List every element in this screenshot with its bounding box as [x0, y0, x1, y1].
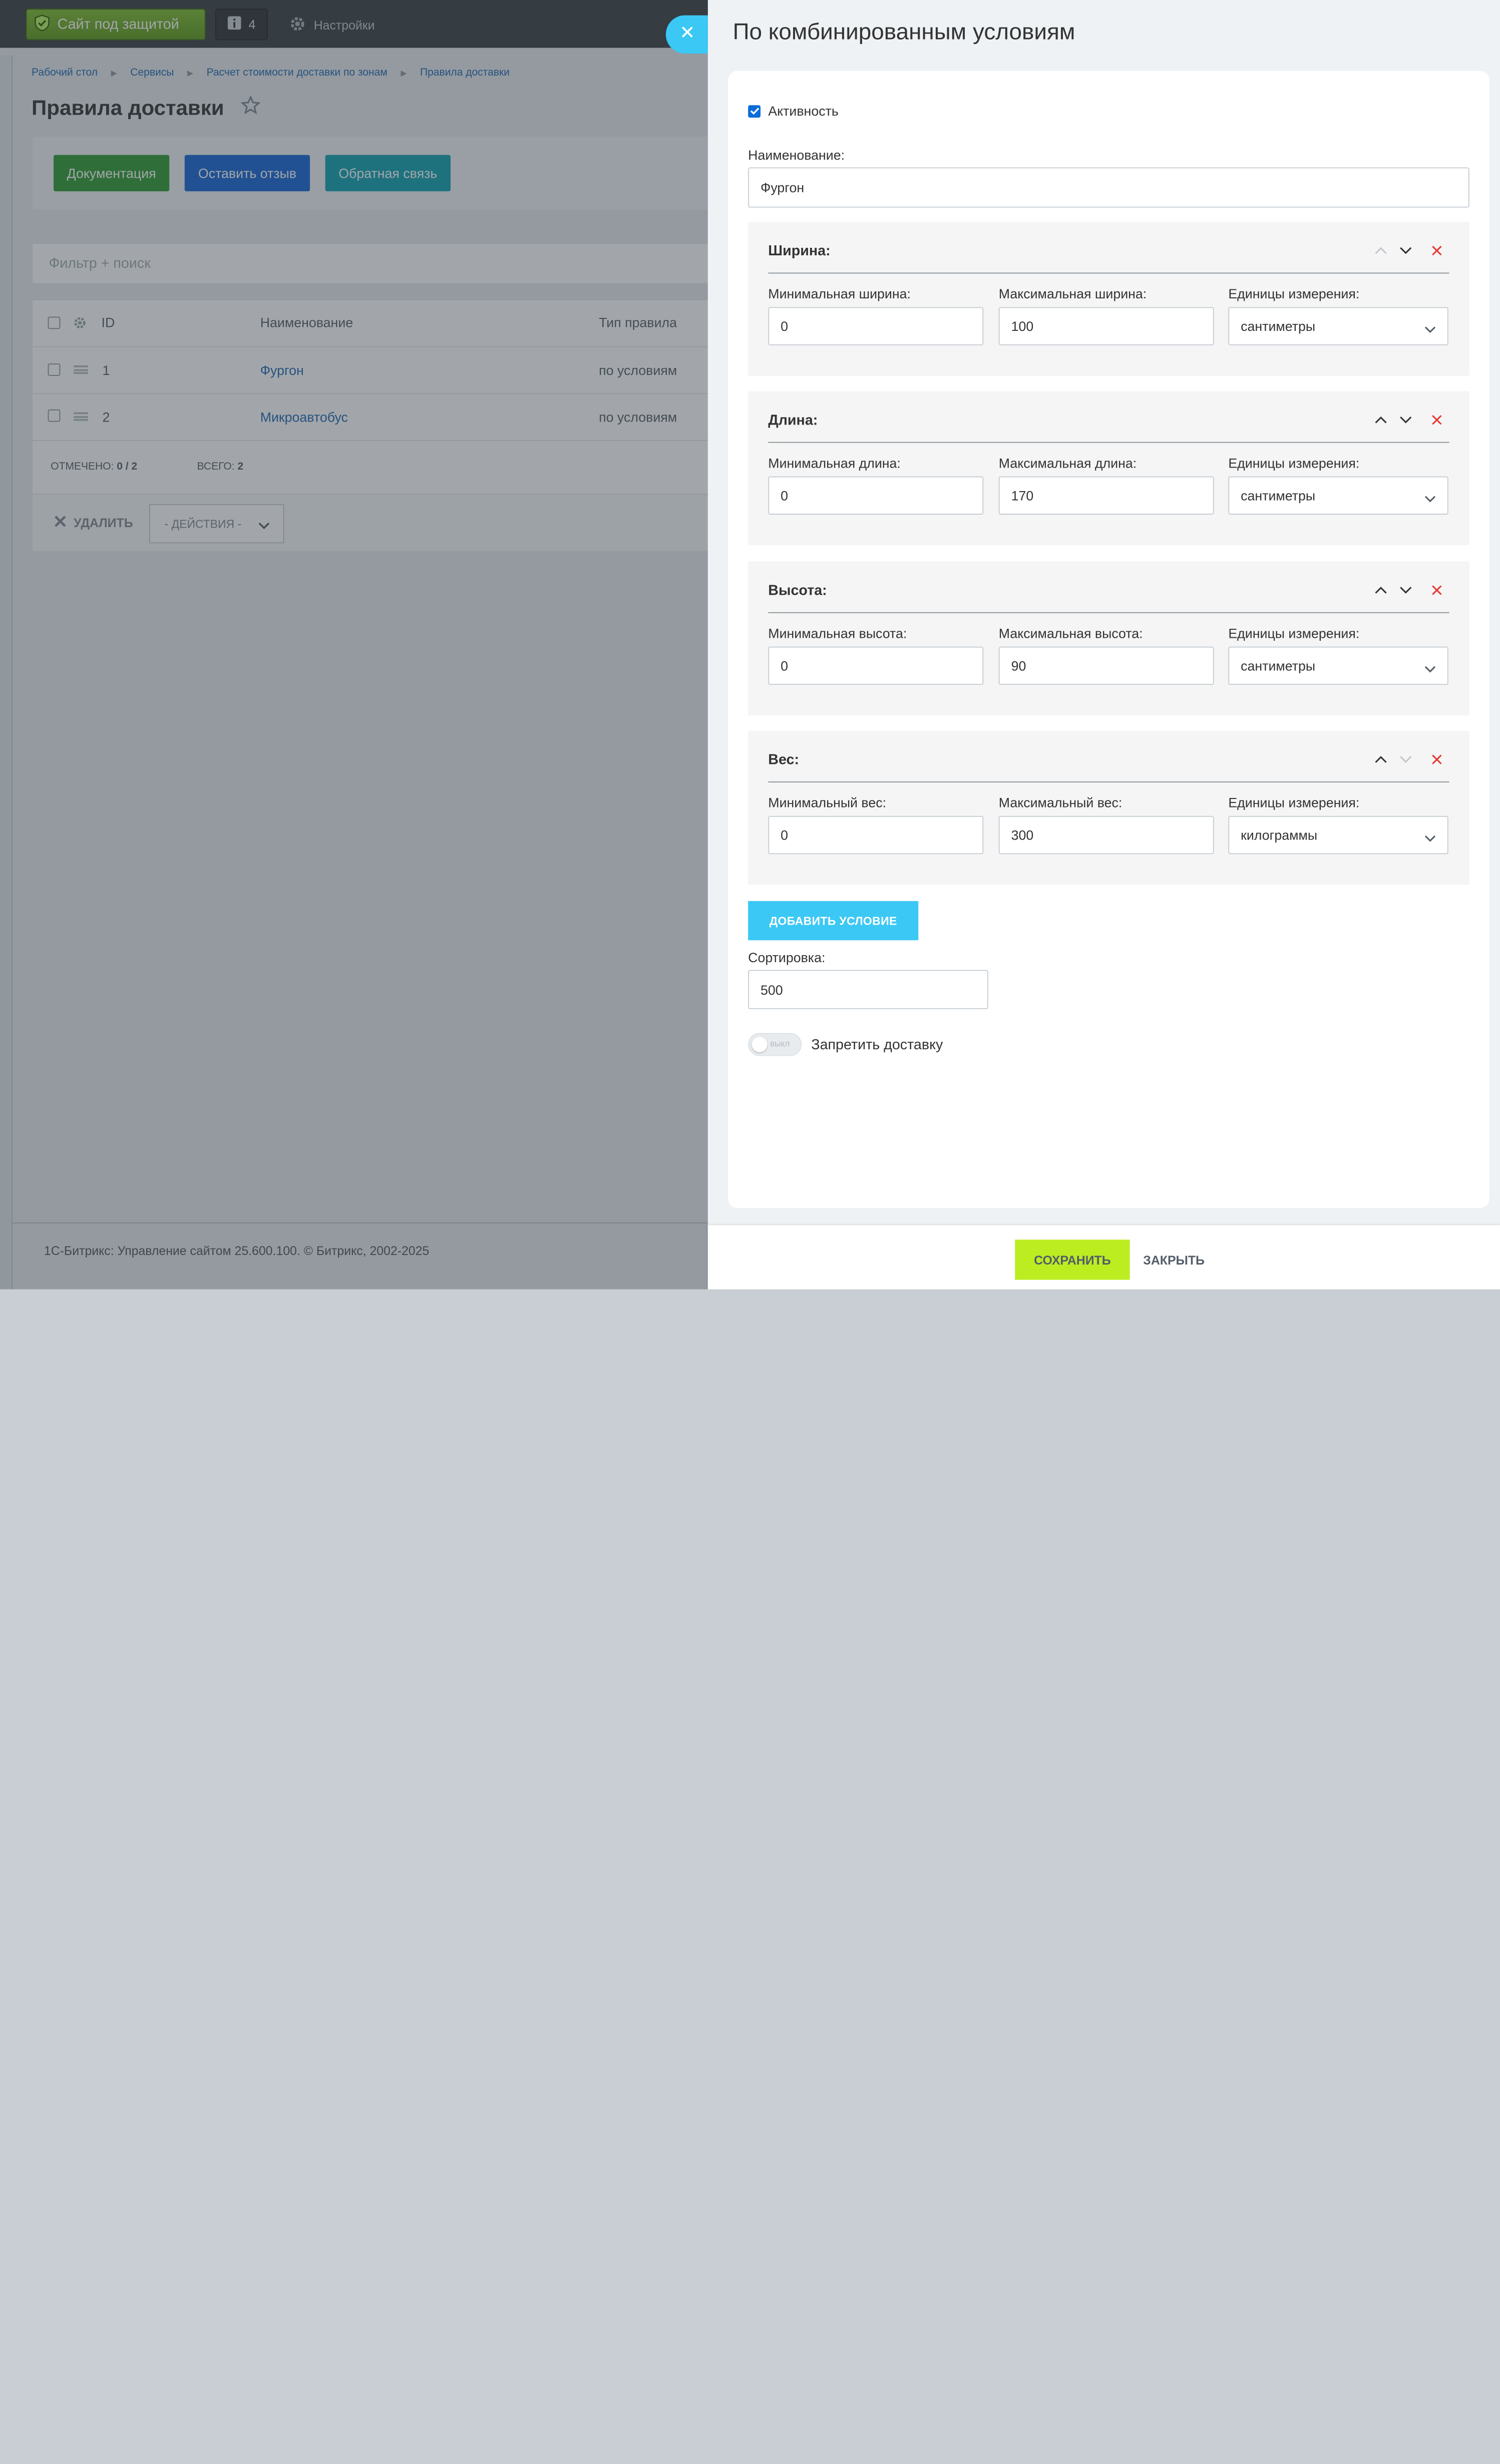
sort-label: Сортировка:	[748, 950, 826, 965]
condition-title: Ширина:	[768, 243, 831, 259]
forbid-delivery-label: Запретить доставку	[811, 1037, 943, 1053]
max-label: Максимальная высота:	[998, 625, 1143, 641]
unit-label: Единицы измерения:	[1228, 455, 1360, 471]
chevron-down-icon	[1424, 491, 1436, 506]
move-up-icon[interactable]	[1373, 583, 1388, 598]
min-label: Минимальная высота:	[768, 625, 907, 641]
unit-select[interactable]: сантиметры	[1228, 646, 1448, 685]
admin-page: Сайт под защитой 4 Настройки Рабочий сто…	[0, 0, 708, 1290]
unit-select-value: сантиметры	[1241, 318, 1316, 334]
active-checkbox[interactable]	[748, 105, 761, 118]
close-icon	[680, 26, 693, 43]
move-down-icon[interactable]	[1398, 243, 1413, 258]
form-card: Активность Наименование: Фургон Ширина: …	[728, 71, 1489, 1208]
move-up-icon[interactable]	[1373, 752, 1388, 767]
min-height-input[interactable]: 0	[768, 646, 984, 685]
condition-width: Ширина: Минимальная ширина: Максимальная…	[748, 222, 1469, 376]
min-width-input[interactable]: 0	[768, 307, 984, 345]
remove-condition-icon[interactable]	[1429, 413, 1445, 428]
switch-off-label: выкл	[770, 1039, 790, 1049]
condition-title: Высота:	[768, 582, 827, 599]
panel-title: По комбинированным условиям	[732, 19, 1075, 45]
unit-select-value: килограммы	[1241, 827, 1318, 843]
condition-divider	[768, 272, 1449, 274]
unit-label: Единицы измерения:	[1228, 286, 1360, 301]
max-weight-input[interactable]: 300	[998, 815, 1214, 855]
remove-condition-icon[interactable]	[1429, 752, 1445, 767]
add-condition-button[interactable]: ДОБАВИТЬ УСЛОВИЕ	[748, 901, 919, 941]
move-down-icon[interactable]	[1398, 413, 1413, 428]
min-weight-input[interactable]: 0	[768, 815, 984, 855]
max-label: Максимальная ширина:	[998, 286, 1147, 301]
slider-panel: По комбинированным условиям Активность Н…	[707, 0, 1500, 1290]
chevron-down-icon	[1424, 661, 1436, 676]
close-button[interactable]: ЗАКРЫТЬ	[1143, 1253, 1205, 1268]
condition-divider	[768, 442, 1449, 443]
page: Сайт под защитой 4 Настройки Рабочий сто…	[0, 0, 1500, 2464]
move-up-icon[interactable]	[1373, 243, 1388, 258]
close-slider-button[interactable]	[665, 15, 708, 54]
unit-select-value: сантиметры	[1241, 658, 1316, 674]
max-height-input[interactable]: 90	[998, 646, 1214, 685]
unit-select[interactable]: сантиметры	[1228, 307, 1448, 345]
condition-divider	[768, 781, 1449, 782]
sort-input[interactable]: 500	[748, 970, 988, 1009]
switch-knob	[752, 1037, 768, 1052]
stage: Сайт под защитой 4 Настройки Рабочий сто…	[0, 0, 1500, 1290]
chevron-down-icon	[1424, 321, 1436, 337]
condition-title: Вес:	[768, 751, 800, 768]
panel-button-bar: СОХРАНИТЬ ЗАКРЫТЬ	[707, 1225, 1500, 1290]
condition-title: Длина:	[768, 412, 818, 429]
chevron-down-icon	[1424, 830, 1436, 846]
condition-length: Длина: Минимальная длина: Максимальная д…	[748, 391, 1469, 546]
remove-condition-icon[interactable]	[1429, 583, 1445, 598]
condition-height: Высота: Минимальная высота: Максимальная…	[748, 561, 1469, 716]
min-label: Минимальная ширина:	[768, 286, 911, 301]
name-label: Наименование:	[748, 147, 845, 163]
move-down-icon[interactable]	[1398, 752, 1413, 767]
unit-select[interactable]: сантиметры	[1228, 476, 1448, 515]
active-checkbox-row[interactable]: Активность	[748, 103, 839, 119]
unit-select-value: сантиметры	[1241, 488, 1316, 504]
max-length-input[interactable]: 170	[998, 476, 1214, 515]
unit-label: Единицы измерения:	[1228, 794, 1360, 810]
min-label: Минимальная длина:	[768, 455, 901, 471]
condition-weight: Вес: Минимальный вес: Максимальный вес: …	[748, 730, 1469, 885]
unit-select[interactable]: килограммы	[1228, 815, 1448, 855]
move-down-icon[interactable]	[1398, 583, 1413, 598]
min-label: Минимальный вес:	[768, 794, 887, 810]
name-input[interactable]: Фургон	[748, 167, 1469, 208]
max-label: Максимальная длина:	[998, 455, 1137, 471]
unit-label: Единицы измерения:	[1228, 625, 1360, 641]
max-label: Максимальный вес:	[998, 794, 1122, 810]
max-width-input[interactable]: 100	[998, 307, 1214, 345]
modal-overlay[interactable]	[0, 0, 708, 1290]
move-up-icon[interactable]	[1373, 413, 1388, 428]
remove-condition-icon[interactable]	[1429, 243, 1445, 258]
forbid-delivery-switch[interactable]: выкл	[748, 1033, 802, 1056]
min-length-input[interactable]: 0	[768, 476, 984, 515]
active-label: Активность	[768, 103, 839, 119]
save-button[interactable]: СОХРАНИТЬ	[1015, 1240, 1130, 1280]
condition-divider	[768, 612, 1449, 613]
